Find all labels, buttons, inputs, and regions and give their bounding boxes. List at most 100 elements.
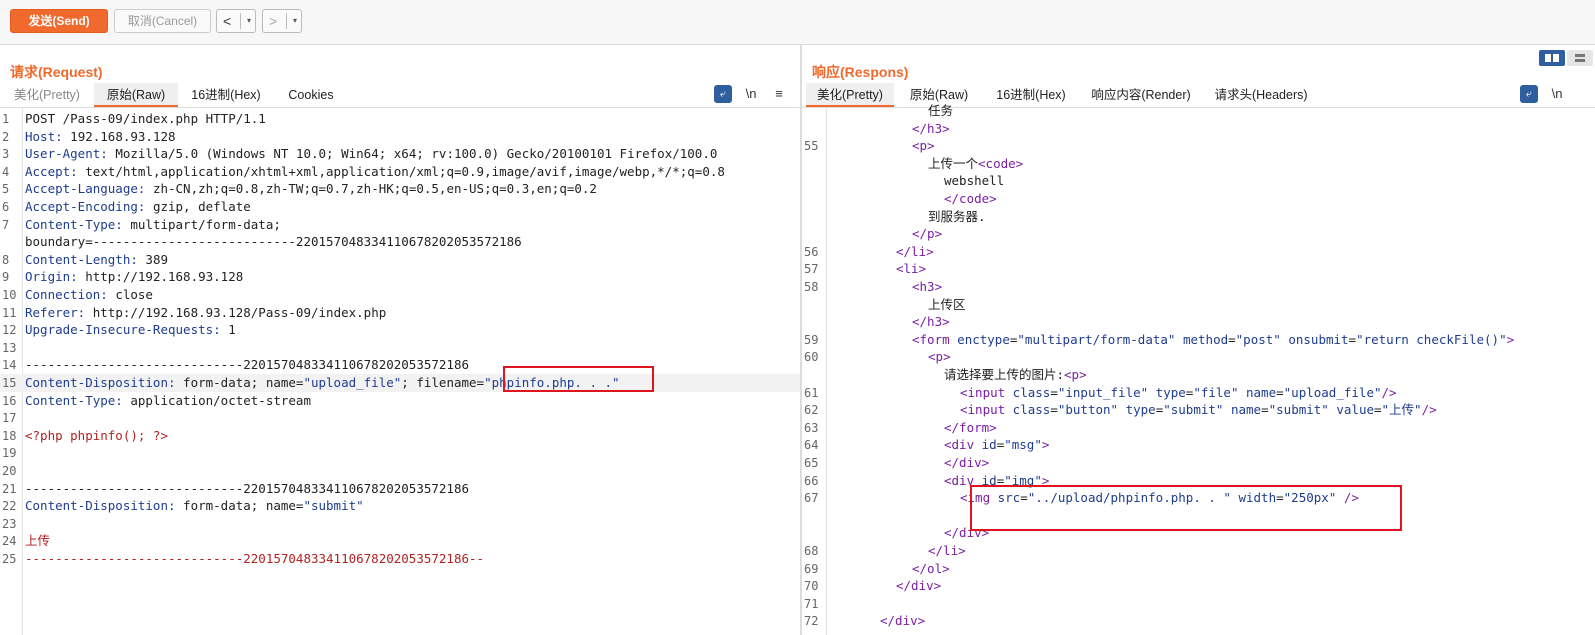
code-line[interactable]: 2 Host: 192.168.93.128 <box>0 128 800 146</box>
tag: > <box>1506 331 1515 347</box>
code-line[interactable]: 8 Content-Length: 389 <box>0 251 800 269</box>
code-line[interactable]: 到服务器. <box>802 208 1595 226</box>
toolbar: 发送(Send) 取消(Cancel) < ▾ > ▾ <box>0 0 1595 45</box>
code-line[interactable]: 55 <p> <box>802 137 1595 155</box>
code-text: <input class="button" type="submit" name… <box>960 401 1437 419</box>
line-number: 65 <box>804 456 819 470</box>
code-text: </div> <box>896 577 941 595</box>
code-line[interactable]: 19 <box>0 444 800 462</box>
code-line[interactable]: 61 <input class="input_file" type="file" … <box>802 384 1595 402</box>
tab-cookies[interactable]: Cookies <box>278 83 344 107</box>
back-button[interactable]: < ▾ <box>216 9 256 33</box>
code-line[interactable]: 69 </ol> <box>802 560 1595 578</box>
code-line[interactable]: 71 <box>802 595 1595 613</box>
chevron-down-icon[interactable]: ▾ <box>293 10 297 32</box>
code-line[interactable]: 20 <box>0 462 800 480</box>
response-editor[interactable]: 任务 </h3> 55 <p> 上传一个<code> webshell </code> 到服务… <box>802 103 1595 635</box>
line-number: 59 <box>804 332 819 347</box>
code-line[interactable]: 56 </li> <box>802 243 1595 261</box>
header-value: gzip, deflate <box>145 199 251 214</box>
code-line[interactable]: 24 上传 <box>0 532 800 550</box>
tab-hex[interactable]: 16进制(Hex) <box>183 83 269 107</box>
cancel-button[interactable]: 取消(Cancel) <box>114 9 211 33</box>
line-number: 70 <box>804 579 819 594</box>
code-line[interactable]: 5 Accept-Language: zh-CN,zh;q=0.8,zh-TW;q… <box>0 180 800 198</box>
code-line[interactable]: 7 Content-Type: multipart/form-data; <box>0 216 800 234</box>
code-line[interactable]: 3 User-Agent: Mozilla/5.0 (Windows NT 10.… <box>0 145 800 163</box>
attribute-value: "submit" <box>1268 402 1329 418</box>
code-line[interactable]: </code> <box>802 190 1595 208</box>
code-line[interactable]: 4 Accept: text/html,application/xhtml+xml… <box>0 163 800 181</box>
divider <box>240 13 241 29</box>
code-line[interactable]: webshell <box>802 172 1595 190</box>
header-name: Content-Disposition: <box>25 375 176 390</box>
line-number: 9 <box>2 270 10 285</box>
code-line[interactable]: 21 -----------------------------220157048… <box>0 480 800 498</box>
code-line[interactable]: 1 POST /Pass-09/index.php HTTP/1.1 <box>0 110 800 128</box>
code-line[interactable]: 22 Content-Disposition: form-data; name="… <box>0 497 800 515</box>
code-line[interactable]: 16 Content-Type: application/octet-stream <box>0 392 800 410</box>
code-line[interactable]: 15 Content-Disposition: form-data; name="… <box>0 374 800 392</box>
code-line[interactable]: 23 <box>0 515 800 533</box>
header-value: zh-CN,zh;q=0.8,zh-TW;q=0.7,zh-HK;q=0.5,e… <box>145 181 597 197</box>
code-line[interactable]: 上传区 <box>802 296 1595 314</box>
tab-pretty[interactable]: 美化(Pretty) <box>6 83 88 107</box>
code-line[interactable]: 10 Connection: close <box>0 286 800 304</box>
code-line[interactable]: 18 <?php phpinfo(); ?> <box>0 427 800 445</box>
code-line[interactable]: 59 <form enctype = "multipart/form-data" me… <box>802 331 1595 349</box>
forward-button[interactable]: > ▾ <box>262 9 302 33</box>
line-number: 72 <box>804 614 819 629</box>
code-text: Upgrade-Insecure-Requests: 1 <box>25 321 236 339</box>
code-line[interactable]: 60 <p> <box>802 348 1595 366</box>
code-line[interactable]: 12 Upgrade-Insecure-Requests: 1 <box>0 321 800 339</box>
code-line[interactable]: 9 Origin: http://192.168.93.128 <box>0 268 800 286</box>
request-tabs: 美化(Pretty) 原始(Raw) 16进制(Hex) Cookies <box>0 83 800 108</box>
equals: = <box>1374 402 1382 418</box>
send-button[interactable]: 发送(Send) <box>10 9 108 33</box>
code-text: -----------------------------22015704833… <box>25 550 484 568</box>
code-line[interactable]: 11 Referer: http://192.168.93.128/Pass-09… <box>0 304 800 322</box>
attribute-value: "input_file" <box>1057 384 1149 400</box>
text: 到服务器. <box>928 208 986 224</box>
code-line[interactable]: 64 <div id="msg"> <box>802 436 1595 454</box>
chevron-down-icon[interactable]: ▾ <box>247 10 251 32</box>
stack-layout-button[interactable] <box>1567 50 1593 66</box>
line-number: 61 <box>804 385 819 400</box>
code-line[interactable]: 68 </li> <box>802 542 1595 560</box>
code-line[interactable]: 72 </div> <box>802 612 1595 630</box>
newline-icon[interactable]: \n <box>742 85 760 103</box>
header-name: Content-Type: <box>25 216 123 232</box>
code-line[interactable]: 25 -----------------------------220157048… <box>0 550 800 568</box>
code-line[interactable]: 63 </form> <box>802 419 1595 437</box>
code-line[interactable]: 14 -----------------------------220157048… <box>0 356 800 374</box>
code-line[interactable]: 70 </div> <box>802 577 1595 595</box>
code-line[interactable]: 13 <box>0 339 800 357</box>
request-editor[interactable]: 1 POST /Pass-09/index.php HTTP/1.1 2 Host: … <box>0 108 800 635</box>
tab-raw[interactable]: 原始(Raw) <box>94 83 178 107</box>
code-line[interactable]: 上传一个<code> <box>802 155 1595 173</box>
split-layout-button[interactable] <box>1539 50 1565 66</box>
code-line[interactable]: 57 <li> <box>802 260 1595 278</box>
wrap-icon[interactable]: ⤶ <box>1520 85 1538 103</box>
code-line[interactable]: 17 <box>0 409 800 427</box>
equals: = <box>1261 402 1269 418</box>
tag: > <box>927 138 935 154</box>
code-line[interactable]: 65 </div> <box>802 454 1595 472</box>
header-value: application/octet-stream <box>122 392 311 408</box>
code-line[interactable]: 请选择要上传的图片:<p> <box>802 366 1595 384</box>
line-number: 64 <box>804 438 819 453</box>
code-line[interactable]: 58 <h3> <box>802 278 1595 296</box>
header-value: -----------------------------22015704833… <box>25 357 470 373</box>
newline-icon[interactable]: \n <box>1548 85 1566 103</box>
code-line[interactable]: </p> <box>802 225 1595 243</box>
code-line[interactable]: 任务 <box>802 102 1595 120</box>
wrap-icon[interactable]: ⤶ <box>714 85 732 103</box>
code-line[interactable]: </h3> <box>802 313 1595 331</box>
header-value: Mozilla/5.0 (Windows NT 10.0; Win64; x64… <box>107 146 718 162</box>
code-line[interactable]: 62 <input class="button" type="submit" na… <box>802 401 1595 419</box>
menu-icon[interactable]: ≡ <box>770 85 788 103</box>
code-text: </li> <box>896 243 934 261</box>
code-line[interactable]: </h3> <box>802 120 1595 138</box>
code-line[interactable]: boundary=---------------------------2201… <box>0 233 800 251</box>
code-line[interactable]: 6 Accept-Encoding: gzip, deflate <box>0 198 800 216</box>
